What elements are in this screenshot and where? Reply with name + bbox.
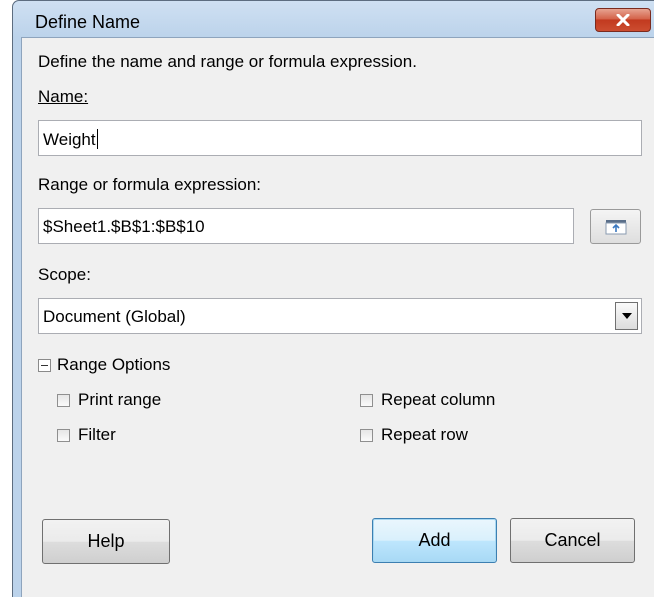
collapse-icon[interactable]: [38, 359, 51, 372]
range-label: Range or formula expression:: [38, 175, 262, 194]
dialog-body: Define the name and range or formula exp…: [21, 37, 654, 597]
dialog-title: Define Name: [35, 12, 141, 32]
repeat-column-box[interactable]: [360, 393, 373, 407]
scope-select[interactable]: Document (Global): [38, 298, 642, 334]
name-value: Weight: [43, 130, 96, 149]
shrink-dialog-icon: [605, 219, 626, 234]
text-caret: [96, 129, 98, 149]
repeat-row-box[interactable]: [360, 428, 373, 442]
filter-checkbox[interactable]: Filter: [57, 425, 116, 445]
chevron-down-icon: [621, 313, 632, 319]
shrink-dialog-button[interactable]: [590, 209, 641, 244]
name-label: Name:: [38, 87, 89, 106]
print-range-checkbox[interactable]: Print range: [57, 390, 161, 410]
range-options-header[interactable]: Range Options: [57, 355, 170, 375]
close-button[interactable]: [595, 8, 651, 32]
scope-label: Scope:: [38, 265, 91, 284]
dialog-description: Define the name and range or formula exp…: [38, 52, 417, 71]
title-bar: Define Name: [13, 1, 654, 37]
repeat-column-label: Repeat column: [381, 390, 496, 409]
range-field[interactable]: $Sheet1.$B$1:$B$10: [38, 208, 574, 244]
print-range-label: Print range: [78, 390, 162, 409]
filter-label: Filter: [78, 425, 116, 444]
cancel-button[interactable]: Cancel: [510, 518, 635, 563]
help-button[interactable]: Help: [42, 519, 170, 564]
scope-selected-value: Document (Global): [43, 307, 186, 326]
repeat-column-checkbox[interactable]: Repeat column: [360, 390, 495, 410]
add-button[interactable]: Add: [372, 518, 497, 563]
repeat-row-label: Repeat row: [381, 425, 468, 444]
scope-dropdown-button[interactable]: [615, 302, 638, 330]
filter-box[interactable]: [57, 428, 70, 442]
name-field[interactable]: Weight: [38, 120, 642, 156]
define-name-dialog: Define Name Define the name and range or…: [12, 0, 654, 597]
print-range-box[interactable]: [57, 393, 70, 407]
close-icon: [616, 14, 630, 26]
range-value: $Sheet1.$B$1:$B$10: [43, 217, 205, 236]
repeat-row-checkbox[interactable]: Repeat row: [360, 425, 468, 445]
